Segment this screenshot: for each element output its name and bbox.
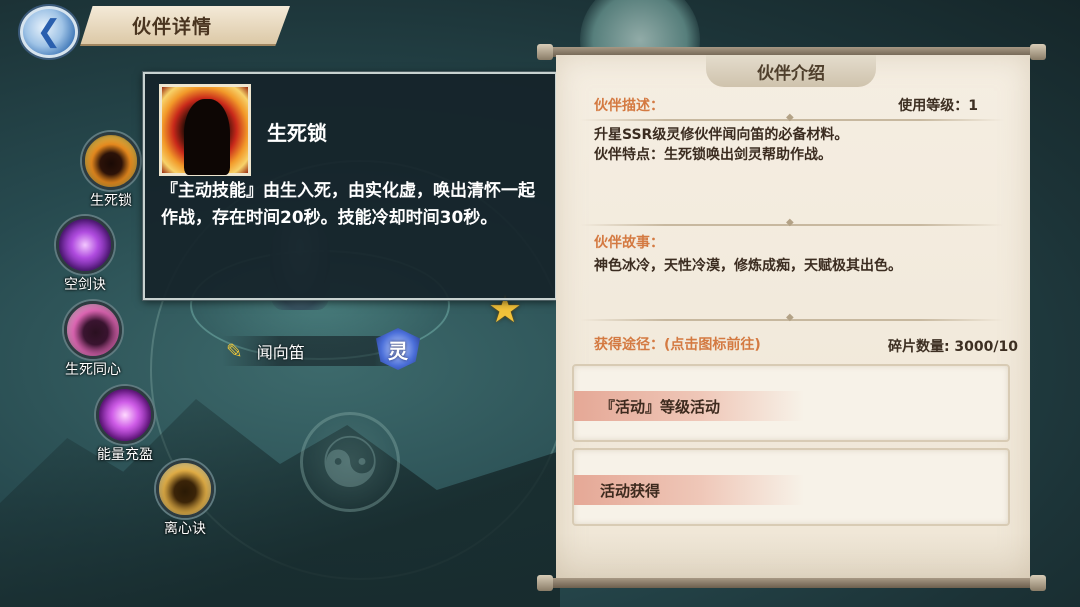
tooltip-title: 生死锁 [267, 121, 327, 145]
fragment-count: 碎片数量: 3000/10 [887, 339, 1018, 355]
partner-name: 闻向笛 [256, 343, 305, 362]
use-level: 使用等级：1 [898, 98, 978, 114]
divider [580, 112, 1004, 123]
back-button[interactable]: ❮ [20, 6, 78, 58]
skill-label: 空剑诀 [64, 277, 106, 293]
skill-kongjianjue[interactable]: 空剑诀 [50, 216, 120, 294]
page-title-banner: 伙伴详情 [80, 6, 290, 46]
skill-tooltip: 生死锁 『主动技能』由生入死，由实化虚，唤出清怀一起作战，存在时间20秒。技能冷… [142, 71, 558, 301]
skill-lixinjue[interactable]: 离心诀 [150, 460, 220, 538]
ling-grade-text: 灵 [388, 338, 408, 363]
panel-header: 伙伴介绍 [706, 55, 876, 87]
skill-nengliangchongying[interactable]: 能量充盈 [90, 386, 160, 464]
skill-shengsisuo[interactable]: 生死锁 [76, 132, 146, 210]
skill-portrait [159, 84, 251, 176]
desc-label: 伙伴描述： [594, 98, 664, 114]
panel-title: 伙伴介绍 [757, 63, 825, 84]
source-strip: 活动获得 [574, 475, 804, 505]
skill-label: 生死同心 [65, 362, 121, 378]
scroll-rod-bottom [537, 575, 1046, 591]
flute-icon: ✎ [226, 339, 243, 363]
skill-shengsitongxin[interactable]: 生死同心 [58, 301, 128, 379]
skill-kongjianjue-icon [56, 216, 114, 274]
partner-info-panel: 伙伴介绍 伙伴描述： 使用等级：1 升星SSR级灵修伙伴闻向笛的必备材料。 伙伴… [556, 55, 1030, 583]
divider [580, 217, 1004, 228]
source-strip: 『活动』等级活动 [574, 391, 804, 421]
skill-label: 离心诀 [164, 521, 206, 537]
page-title: 伙伴详情 [132, 15, 213, 38]
panel-bottom-decoration [556, 533, 1030, 583]
desc-line-1: 升星SSR级灵修伙伴闻向笛的必备材料。 [594, 127, 849, 143]
skill-nengliangchongying-icon [96, 386, 154, 444]
source-label: 获得途径：(点击图标前往) [594, 337, 761, 353]
source-label-text: 活动获得 [600, 481, 661, 500]
skill-lixinjue-icon [156, 460, 214, 518]
skill-shengsitongxin-icon [64, 301, 122, 359]
skill-label: 生死锁 [90, 193, 132, 209]
tooltip-description: 『主动技能』由生入死，由实化虚，唤出清怀一起作战，存在时间20秒。技能冷却时间3… [161, 181, 535, 228]
source-item[interactable]: 活动获得 [572, 448, 1010, 526]
story-text: 神色冰冷，天性冷漠，修炼成痴，天赋极其出色。 [594, 258, 902, 274]
story-label: 伙伴故事： [594, 235, 664, 251]
silhouette-icon [184, 99, 230, 175]
skill-shengsisuo-icon [82, 132, 140, 190]
source-item[interactable]: 『活动』等级活动 [572, 364, 1010, 442]
back-arrow-icon: ❮ [36, 14, 62, 49]
source-label-text: 『活动』等级活动 [600, 397, 721, 416]
taiji-emblem [300, 412, 400, 512]
desc-line-2: 伙伴特点：生死锁唤出剑灵帮助作战。 [594, 147, 832, 163]
divider [580, 312, 1004, 323]
